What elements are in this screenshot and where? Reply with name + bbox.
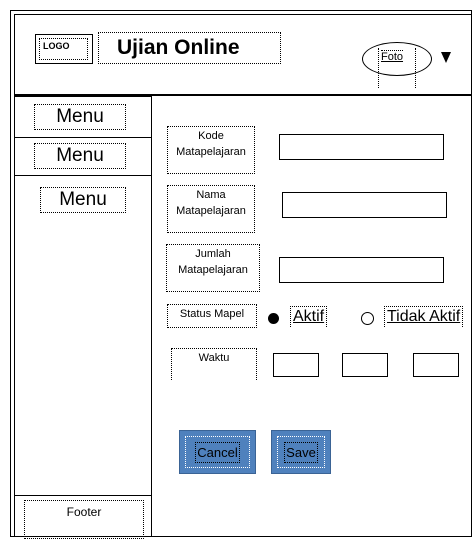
waktu-input-3[interactable] [413, 353, 459, 377]
logo: LOGO [35, 34, 93, 64]
cancel-button[interactable]: Cancel [179, 430, 256, 474]
chevron-down-icon[interactable] [441, 52, 451, 63]
sidebar-item-menu-3[interactable]: Menu [40, 187, 126, 213]
waktu-input-2[interactable] [342, 353, 388, 377]
nama-input[interactable] [282, 192, 447, 218]
sidebar-item-menu-1[interactable]: Menu [34, 104, 126, 130]
sidebar-divider [14, 175, 152, 176]
page-title: Ujian Online [98, 32, 281, 64]
sidebar-item-menu-2[interactable]: Menu [34, 143, 126, 169]
save-button[interactable]: Save [271, 430, 331, 474]
radio-aktif[interactable] [268, 313, 279, 324]
radio-tidak-aktif[interactable] [361, 312, 374, 325]
nama-label: Nama Matapelajaran [167, 185, 255, 233]
save-button-label: Save [284, 441, 318, 463]
footer-label: Footer [24, 500, 144, 539]
jumlah-input[interactable] [279, 257, 444, 283]
radio-aktif-label[interactable]: Aktif [290, 306, 328, 327]
avatar-label: Foto [378, 48, 416, 88]
cancel-button-label: Cancel [195, 441, 240, 463]
waktu-input-1[interactable] [273, 353, 319, 377]
radio-tidak-aktif-label[interactable]: Tidak Aktif [384, 306, 464, 327]
kode-input[interactable] [279, 134, 444, 160]
kode-label: Kode Matapelajaran [167, 126, 255, 174]
waktu-label: Waktu [171, 348, 257, 380]
jumlah-label: Jumlah Matapelajaran [166, 244, 260, 292]
status-label: Status Mapel [167, 304, 257, 328]
sidebar-divider [14, 137, 152, 138]
logo-text: LOGO [39, 38, 88, 60]
